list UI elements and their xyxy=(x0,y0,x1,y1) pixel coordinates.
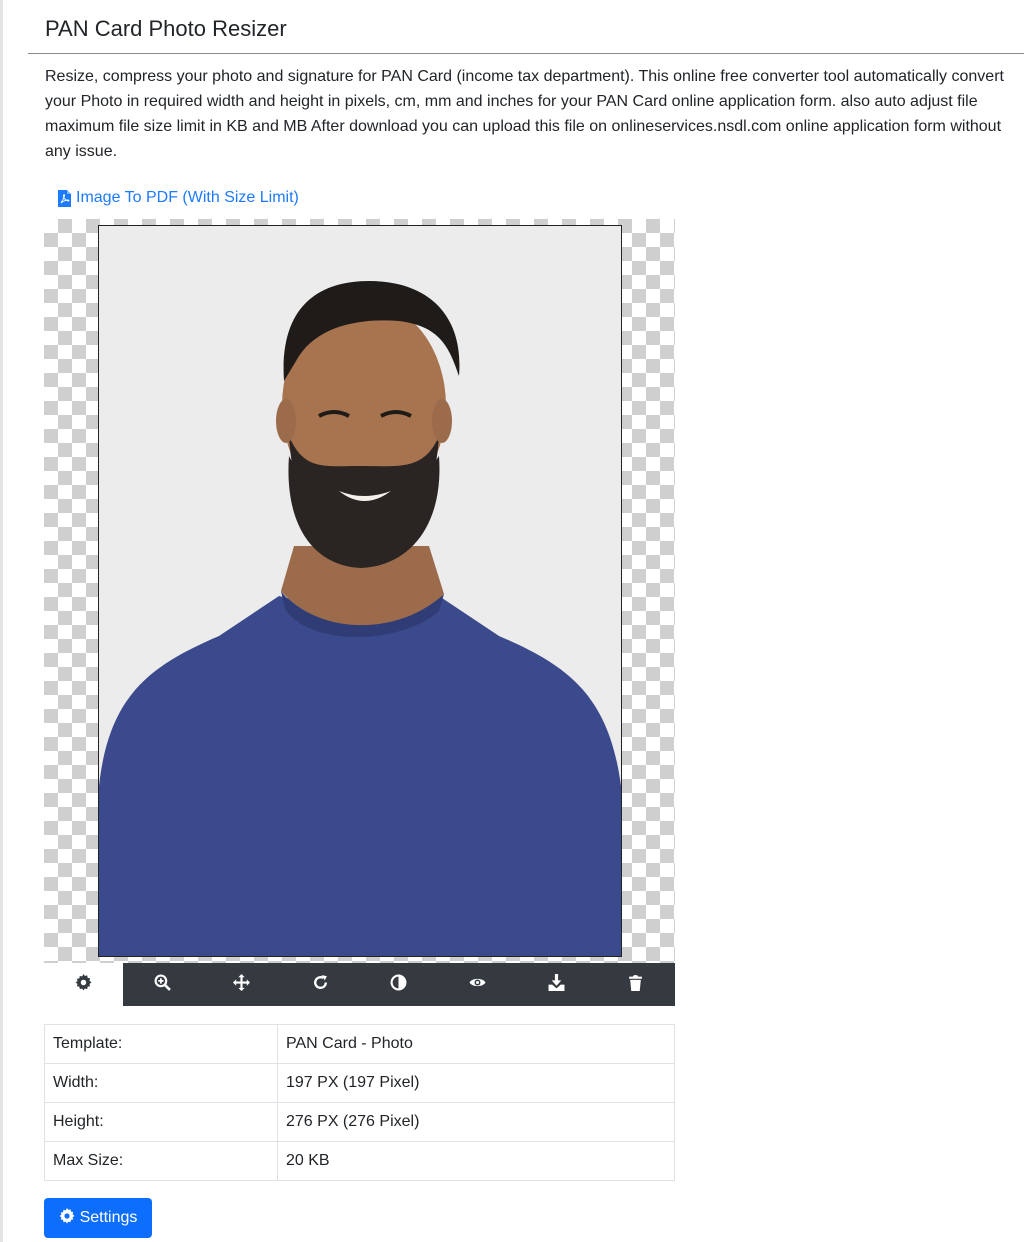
contrast-icon xyxy=(390,974,407,996)
portrait-photo xyxy=(99,226,621,956)
width-value: 197 PX (197 Pixel) xyxy=(277,1063,675,1103)
template-value: PAN Card - Photo xyxy=(277,1024,675,1064)
gear-icon xyxy=(75,973,92,996)
table-row: Max Size: 20 KB xyxy=(44,1141,675,1181)
width-label: Width: xyxy=(44,1063,278,1103)
toolbar-rotate-button[interactable] xyxy=(281,963,360,1006)
page-description: Resize, compress your photo and signatur… xyxy=(45,68,1004,160)
editor-toolbar xyxy=(44,963,675,1006)
trash-icon xyxy=(627,974,644,996)
download-icon xyxy=(548,973,565,996)
template-label: Template: xyxy=(44,1024,278,1064)
page-left-border xyxy=(0,0,3,1242)
toolbar-zoom-button[interactable] xyxy=(123,963,202,1006)
table-row: Width: 197 PX (197 Pixel) xyxy=(44,1063,675,1103)
page-title: PAN Card Photo Resizer xyxy=(45,16,287,41)
image-to-pdf-link[interactable]: Image To PDF (With Size Limit) xyxy=(58,189,299,207)
toolbar-preview-button[interactable] xyxy=(438,963,517,1006)
rotate-icon xyxy=(312,974,329,996)
table-row: Height: 276 PX (276 Pixel) xyxy=(44,1102,675,1142)
height-value: 276 PX (276 Pixel) xyxy=(277,1102,675,1142)
toolbar-download-button[interactable] xyxy=(517,963,596,1006)
height-label: Height: xyxy=(44,1102,278,1142)
title-divider xyxy=(28,53,1024,54)
file-pdf-icon xyxy=(58,189,71,207)
move-icon xyxy=(232,973,250,996)
image-to-pdf-label: Image To PDF (With Size Limit) xyxy=(76,189,299,206)
max-size-label: Max Size: xyxy=(44,1141,278,1181)
settings-button[interactable]: Settings xyxy=(44,1198,152,1238)
toolbar-contrast-button[interactable] xyxy=(360,963,439,1006)
settings-button-label: Settings xyxy=(79,1209,138,1226)
zoom-in-icon xyxy=(154,974,171,996)
max-size-value: 20 KB xyxy=(277,1141,675,1181)
eye-icon xyxy=(469,974,486,996)
crop-frame[interactable] xyxy=(98,225,622,957)
toolbar-delete-button[interactable] xyxy=(596,963,675,1006)
template-info-table: Template: PAN Card - Photo Width: 197 PX… xyxy=(44,1024,675,1181)
toolbar-move-button[interactable] xyxy=(202,963,281,1006)
table-row: Template: PAN Card - Photo xyxy=(44,1024,675,1064)
toolbar-settings-button[interactable] xyxy=(44,963,123,1006)
gear-icon xyxy=(59,1207,75,1229)
image-editor-canvas[interactable] xyxy=(44,219,675,963)
